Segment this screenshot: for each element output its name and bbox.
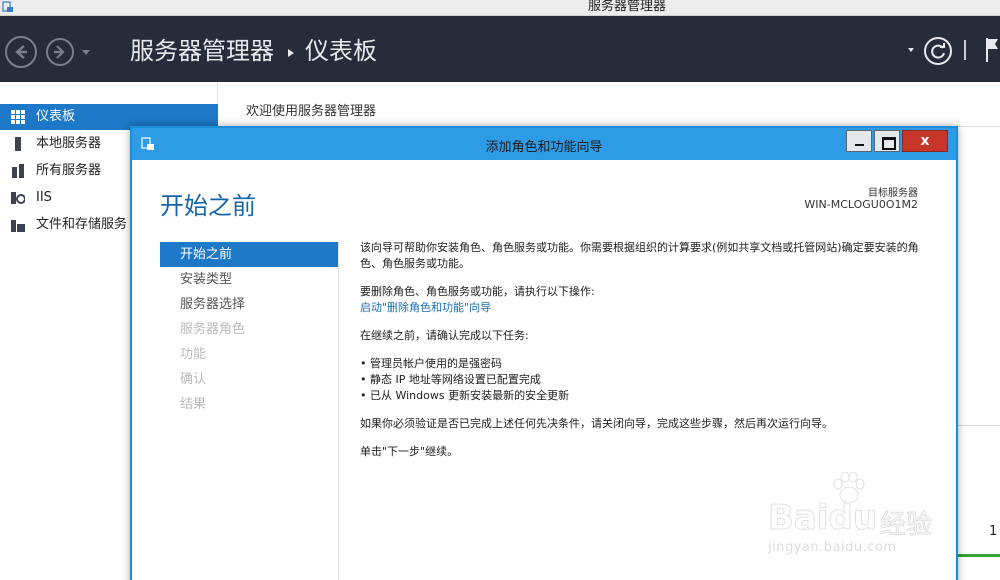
tile-status-bar: [955, 554, 1000, 557]
wizard-titlebar[interactable]: 添加角色和功能向导 x: [132, 128, 956, 160]
close-button[interactable]: x: [902, 130, 948, 152]
step-features: 功能: [180, 347, 207, 362]
window-title: 服务器管理器: [588, 0, 667, 14]
flag-icon[interactable]: [985, 36, 999, 62]
breadcrumb-separator-icon: [288, 49, 294, 57]
server-manager-app: 服务器管理器 服务器管理器 仪表板 仪表板 本地服务器 所有服务器 IIS 文件…: [0, 0, 1000, 580]
target-server-value: WIN-MCLOGU0O1M2: [804, 198, 918, 211]
steps-divider: [338, 242, 339, 580]
target-server-label: 目标服务器: [868, 188, 918, 199]
sidebar-item-label: 所有服务器: [36, 163, 102, 178]
watermark-brand: Baidu: [768, 498, 878, 539]
list-item: 管理员帐户使用的是强密码: [360, 356, 940, 372]
step-results: 结果: [180, 397, 207, 412]
sidebar-item-label: 文件和存储服务: [36, 217, 128, 232]
window-titlebar: 服务器管理器: [0, 0, 1000, 16]
sidebar-item-label: 仪表板: [36, 109, 76, 124]
step-installation-type[interactable]: 安装类型: [160, 267, 338, 292]
step-server-selection[interactable]: 服务器选择: [160, 292, 338, 317]
file-storage-icon: [11, 220, 25, 232]
arrow-right-icon: [54, 45, 65, 59]
step-confirmation: 确认: [180, 372, 207, 387]
baidu-watermark: Baidu 经验 jingyan.baidu.com: [768, 470, 948, 560]
tile-count: 1: [989, 524, 998, 539]
sidebar-item-label: IIS: [36, 190, 52, 205]
step-before-you-begin[interactable]: 开始之前: [160, 242, 338, 267]
dashboard-icon: [11, 110, 25, 124]
remove-instructions: 要删除角色、角色服务或功能，请执行以下操作:: [360, 285, 595, 298]
maximize-button[interactable]: [874, 130, 900, 152]
header-dropdown-icon[interactable]: [908, 48, 914, 52]
verify-text: 如果你必须验证是否已完成上述任何先决条件，请关闭向导，完成这些步骤，然后再次运行…: [360, 417, 833, 430]
status-tile[interactable]: 1: [955, 425, 1000, 580]
wizard-title: 添加角色和功能向导: [485, 140, 603, 155]
remove-roles-link[interactable]: 启动"删除角色和功能"向导: [360, 300, 940, 316]
list-item: 已从 Windows 更新安装最新的安全更新: [360, 388, 940, 404]
iis-icon: [11, 192, 25, 204]
confirm-text: 在继续之前，请确认完成以下任务:: [360, 329, 529, 342]
servers-icon: [12, 164, 24, 178]
wizard-content: 该向导可帮助你安装角色、角色服务或功能。你需要根据组织的计算要求(例如共享文档或…: [360, 240, 940, 472]
list-item: 静态 IP 地址等网络设置已配置完成: [360, 372, 940, 388]
prerequisite-list: 管理员帐户使用的是强密码 静态 IP 地址等网络设置已配置完成 已从 Windo…: [360, 356, 940, 404]
watermark-url: jingyan.baidu.com: [768, 540, 897, 555]
welcome-title: 欢迎使用服务器管理器: [246, 104, 377, 119]
header-bar: 服务器管理器 仪表板: [0, 16, 1000, 82]
next-text: 单击"下一步"继续。: [360, 445, 459, 458]
close-icon: x: [920, 133, 930, 149]
back-button[interactable]: [5, 36, 37, 68]
server-icon: [15, 137, 21, 151]
refresh-icon: [931, 43, 945, 59]
history-dropdown-icon[interactable]: [82, 50, 90, 55]
wizard-heading: 开始之前: [160, 192, 256, 220]
header-divider: [964, 40, 966, 60]
intro-text: 该向导可帮助你安装角色、角色服务或功能。你需要根据组织的计算要求(例如共享文档或…: [360, 241, 919, 270]
forward-button[interactable]: [46, 38, 74, 66]
minimize-button[interactable]: [846, 130, 872, 152]
refresh-button[interactable]: [924, 37, 952, 65]
arrow-left-icon: [15, 45, 27, 59]
breadcrumb-root[interactable]: 服务器管理器: [130, 36, 274, 66]
watermark-suffix: 经验: [879, 510, 933, 541]
step-server-roles: 服务器角色: [180, 322, 246, 337]
sidebar-item-label: 本地服务器: [36, 136, 102, 151]
breadcrumb-current: 仪表板: [305, 37, 377, 65]
wizard-steps: 开始之前 安装类型 服务器选择 服务器角色 功能 确认 结果: [160, 242, 338, 417]
server-manager-icon: [2, 1, 13, 12]
